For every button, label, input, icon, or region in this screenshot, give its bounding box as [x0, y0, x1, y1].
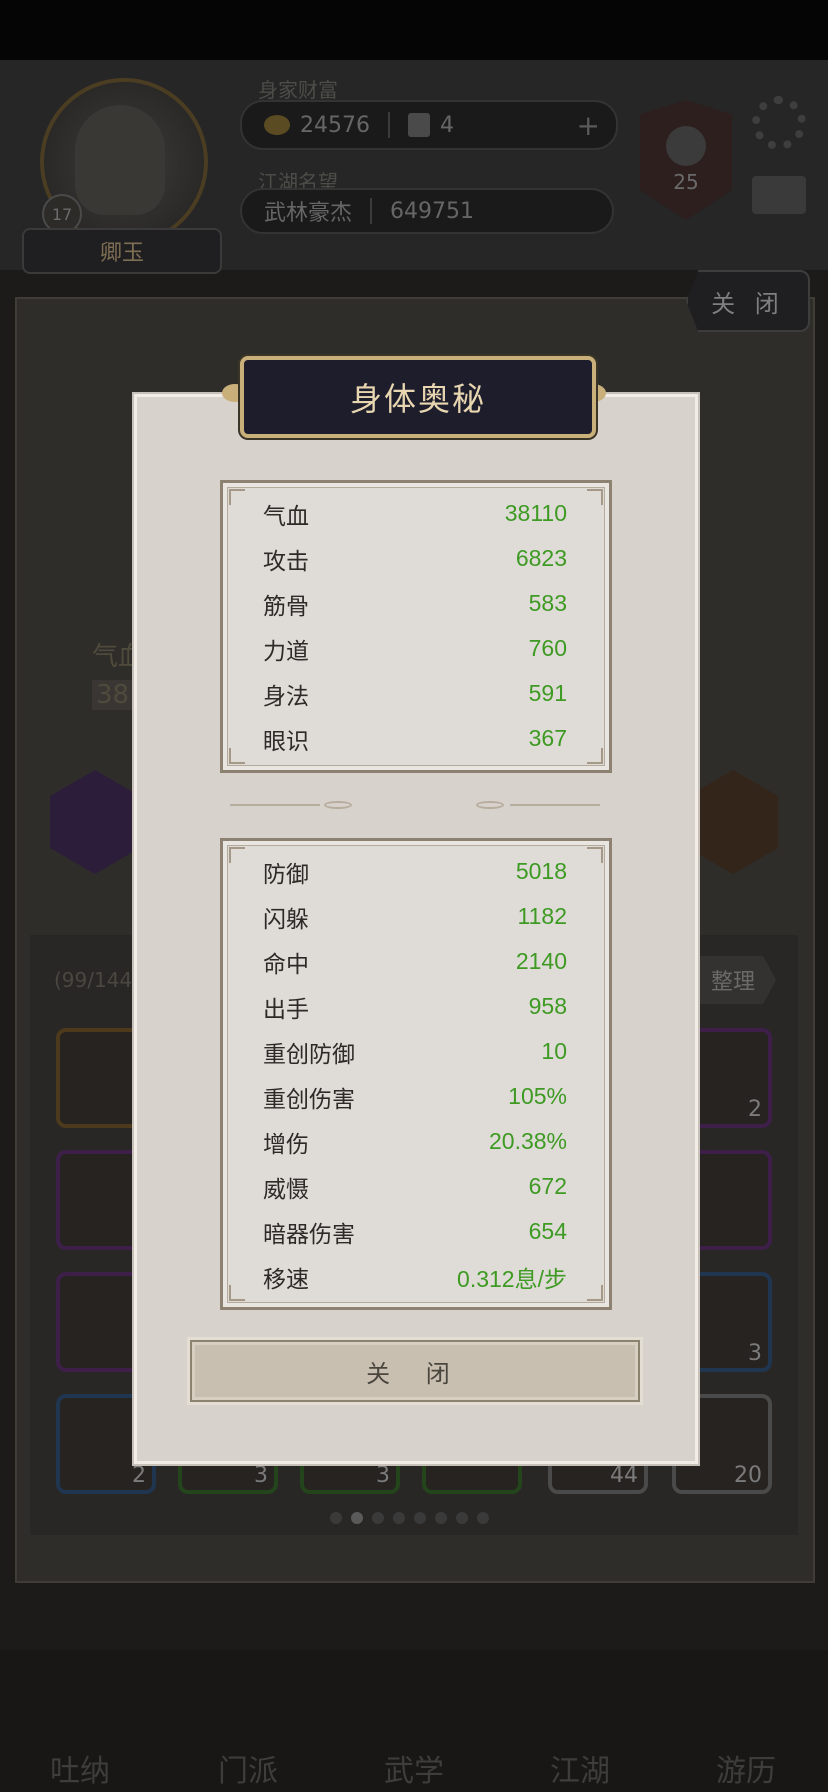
stat-row: 眼识 367 — [223, 716, 609, 761]
sect-level: 25 — [673, 170, 699, 194]
stat-row: 威慑 672 — [223, 1164, 609, 1209]
page-indicator — [330, 1512, 500, 1526]
stat-label: 增伤 — [263, 1131, 309, 1158]
status-bar — [0, 0, 828, 60]
stat-value: 10 — [541, 1038, 567, 1064]
fame-bar: 武林豪杰 649751 — [240, 188, 614, 234]
stat-row: 移速 0.312息/步 — [223, 1254, 609, 1299]
stat-row: 身法 591 — [223, 671, 609, 716]
stat-row: 防御 5018 — [223, 849, 609, 894]
stat-label: 威慑 — [263, 1176, 309, 1203]
gold-amount: 24576 — [300, 112, 370, 138]
stat-label: 眼识 — [263, 728, 309, 755]
player-name: 卿玉 — [22, 228, 222, 274]
ticket-icon — [408, 113, 430, 137]
stat-label: 命中 — [263, 951, 309, 978]
stat-value: 1182 — [517, 903, 567, 929]
stat-value: 20.38% — [488, 1128, 567, 1154]
stat-value: 958 — [528, 993, 567, 1019]
stat-value: 367 — [528, 725, 567, 751]
stat-row: 暗器伤害 654 — [223, 1209, 609, 1254]
stat-value: 38110 — [504, 500, 567, 526]
stat-label: 出手 — [263, 996, 309, 1023]
stat-row: 重创伤害 105% — [223, 1074, 609, 1119]
fame-title: 武林豪杰 — [264, 201, 353, 226]
stat-value: 760 — [528, 635, 567, 661]
close-button[interactable]: 关 闭 — [190, 1340, 640, 1402]
bg-hp-value: 38 — [92, 680, 134, 710]
stat-row: 增伤 20.38% — [223, 1119, 609, 1164]
gold-coin-icon — [264, 115, 290, 135]
stat-row: 重创防御 10 — [223, 1029, 609, 1074]
section-divider — [230, 801, 600, 809]
stat-value: 2140 — [515, 948, 567, 974]
stat-label: 闪躲 — [263, 906, 309, 933]
stat-label: 筋骨 — [263, 593, 309, 620]
mail-icon[interactable] — [752, 176, 806, 214]
nav-martial-arts[interactable]: 武学 — [344, 1650, 484, 1790]
stat-value: 105% — [508, 1083, 567, 1109]
stat-label: 重创伤害 — [263, 1086, 355, 1113]
wealth-label: 身家财富 — [258, 78, 338, 102]
avatar-portrait — [75, 105, 165, 215]
nav-jianghu[interactable]: 江湖 — [510, 1650, 650, 1790]
add-currency-button[interactable]: + — [577, 109, 600, 142]
stat-value: 591 — [528, 680, 567, 706]
stat-value: 583 — [528, 590, 567, 616]
gear-icon[interactable] — [752, 96, 806, 150]
nav-travel[interactable]: 游历 — [676, 1650, 816, 1790]
stat-row: 筋骨 583 — [223, 581, 609, 626]
yin-yang-icon — [666, 126, 706, 166]
stat-label: 气血 — [263, 503, 309, 530]
bag-capacity: (99/144 — [54, 968, 133, 992]
stat-label: 力道 — [263, 638, 309, 665]
stat-value: 672 — [528, 1173, 567, 1199]
stat-value: 0.312息/步 — [457, 1265, 567, 1292]
nav-sect[interactable]: 门派 — [178, 1650, 318, 1790]
stat-label: 攻击 — [263, 548, 309, 575]
panel-close-button[interactable]: 关 闭 — [686, 270, 810, 332]
stat-value: 6823 — [515, 545, 567, 571]
stat-row: 命中 2140 — [223, 939, 609, 984]
nav-tuna[interactable]: 吐纳 — [10, 1650, 150, 1790]
stat-row: 气血 38110 — [223, 491, 609, 536]
stat-label: 移速 — [263, 1266, 309, 1293]
stat-value: 654 — [528, 1218, 567, 1244]
stat-label: 身法 — [263, 683, 309, 710]
stat-label: 重创防御 — [263, 1041, 355, 1068]
stat-row: 出手 958 — [223, 984, 609, 1029]
stat-value: 5018 — [515, 858, 567, 884]
stat-label: 防御 — [263, 861, 309, 888]
ticket-amount: 4 — [440, 112, 454, 138]
stat-label: 暗器伤害 — [263, 1221, 355, 1248]
sort-button[interactable]: 整理 — [690, 956, 776, 1004]
primary-stats-box: 气血 38110 攻击 6823 筋骨 583 力道 760 身法 591 眼识 367 — [220, 480, 612, 773]
fame-amount: 649751 — [390, 198, 474, 224]
stat-row: 攻击 6823 — [223, 536, 609, 581]
dialog-title: 身体奥秘 — [240, 356, 596, 438]
secondary-stats-box: 防御 5018 闪躲 1182 命中 2140 出手 958 重创防御 10 重创伤害 10… — [220, 838, 612, 1310]
stat-row: 闪躲 1182 — [223, 894, 609, 939]
currency-bar: 24576 4 + — [240, 100, 618, 150]
stat-row: 力道 760 — [223, 626, 609, 671]
